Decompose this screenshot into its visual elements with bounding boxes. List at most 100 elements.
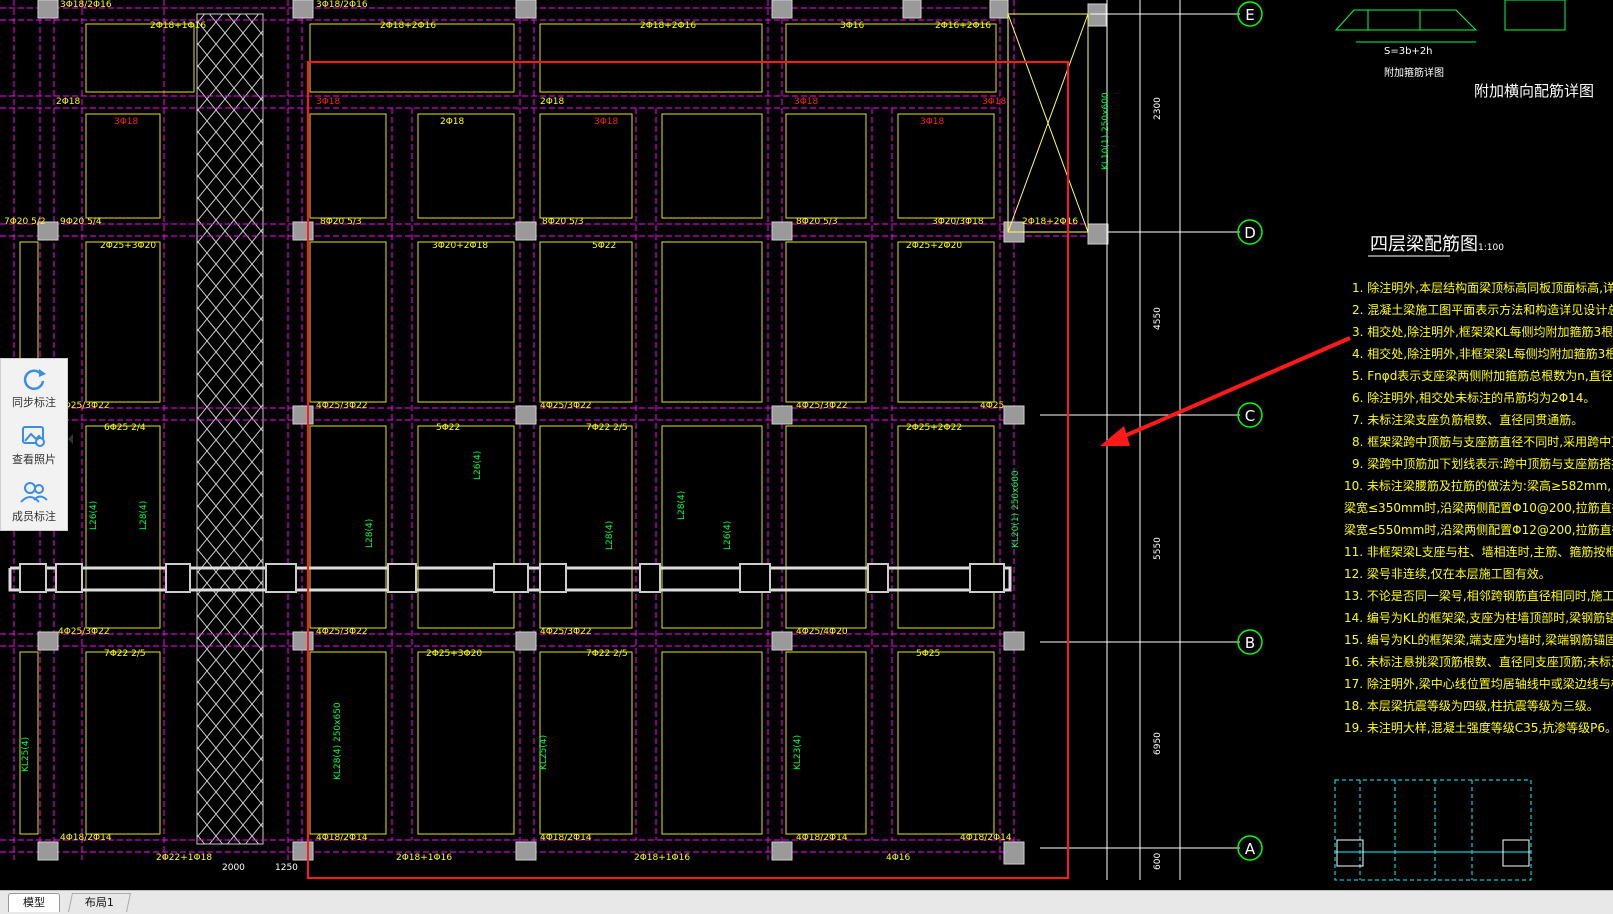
rebar-label-red: 3Φ18 xyxy=(114,117,139,127)
collapse-panel-arrow-icon[interactable] xyxy=(68,434,73,444)
rebar-label: 4Φ18/2Φ14 xyxy=(316,833,368,843)
rebar-label: 4Φ18/2Φ14 xyxy=(60,833,112,843)
rebar-label: 2Φ22+1Φ18 xyxy=(156,853,212,863)
rebar-label: 9Φ20 5/4 xyxy=(60,217,102,227)
hatched-shaft xyxy=(196,13,264,845)
svg-text:梁宽≤550mm时,沿梁两侧配置Φ12@200,拉筋直径为: 梁宽≤550mm时,沿梁两侧配置Φ12@200,拉筋直径为 xyxy=(1344,522,1613,537)
rebar-label: 2Φ18+2Φ16 xyxy=(380,21,436,31)
member-annotation-label: 成员标注 xyxy=(12,509,56,523)
svg-text:1. 除注明外,本层结构面梁顶标高同板顶面标高,详见本层板施: 1. 除注明外,本层结构面梁顶标高同板顶面标高,详见本层板施 xyxy=(1352,280,1613,295)
rebar-label: 2Φ16+2Φ16 xyxy=(935,21,991,31)
beam-tag: L28(4) xyxy=(677,491,687,520)
rebar-label: 8Φ20 5/3 xyxy=(796,217,838,227)
tab-layout-1-label: 布局1 xyxy=(84,896,114,909)
member-annotation-button[interactable]: 成员标注 xyxy=(1,473,67,530)
rebar-label: 4Φ25/3Φ22 xyxy=(796,401,848,411)
drawing-scale: 1:100 xyxy=(1478,243,1504,253)
dim-4: 6950 xyxy=(1153,732,1163,755)
rebar-label: 4Φ25/3Φ22 xyxy=(540,401,592,411)
tab-layout-1[interactable]: 布局1 xyxy=(67,893,132,912)
rebar-label: 3Φ18/2Φ16 xyxy=(60,0,112,10)
svg-text:16. 未标注悬挑梁顶筋根数、直径同支座顶筋;未标注箍筋直径: 16. 未标注悬挑梁顶筋根数、直径同支座顶筋;未标注箍筋直径、肢 xyxy=(1344,654,1613,669)
rebar-label: 4Φ18/2Φ14 xyxy=(960,833,1012,843)
beam-tag: L26(4) xyxy=(723,521,733,550)
rebar-label: 2Φ18 xyxy=(540,97,565,107)
beam-tag: L28(4) xyxy=(139,501,149,530)
cad-drawing-canvas[interactable]: E D C B A 2300 4550 5550 6950 600 2000 1… xyxy=(0,0,1613,890)
rebar-label-red: 3Φ18 xyxy=(594,117,619,127)
detail-title: 附加横向配筋详图 xyxy=(1474,82,1594,100)
tab-model[interactable]: 模型 xyxy=(8,893,60,912)
rebar-label: 4Φ25/4Φ20 xyxy=(796,627,848,637)
rebar-label: 5Φ25 xyxy=(916,649,940,659)
bottom-dim-2: 1250 xyxy=(275,863,298,873)
rebar-label: 3Φ18/2Φ16 xyxy=(316,0,368,10)
sync-label: 同步标注 xyxy=(12,395,56,409)
rebar-label: 8Φ20 5/3 xyxy=(542,217,584,227)
rebar-label: 3Φ20+2Φ18 xyxy=(432,241,488,251)
beam-tag: KL25(4) xyxy=(539,735,549,770)
svg-text:11. 非框架梁L支座与柱、墙相连时,主筋、箍筋按框架梁KL: 11. 非框架梁L支座与柱、墙相连时,主筋、箍筋按框架梁KL构造 xyxy=(1344,544,1613,559)
detail-formula: S=3b+2h xyxy=(1384,46,1433,57)
svg-text:15. 编号为KL的框架梁,端支座为墙时,梁端钢筋锚固和搭接: 15. 编号为KL的框架梁,端支座为墙时,梁端钢筋锚固和搭接应按 xyxy=(1344,632,1613,647)
rebar-label: 4Φ25 xyxy=(980,401,1004,411)
rebar-label: 4Φ18/2Φ14 xyxy=(540,833,592,843)
svg-text:14. 编号为KL的框架梁,支座为柱墙顶部时,梁钢筋锚固及搭: 14. 编号为KL的框架梁,支座为柱墙顶部时,梁钢筋锚固及搭接应 xyxy=(1344,610,1613,625)
rebar-label: 2Φ18+1Φ16 xyxy=(396,853,452,863)
svg-text:10. 未标注梁腰筋及拉筋的做法为:梁高≥582mm,: 10. 未标注梁腰筋及拉筋的做法为:梁高≥582mm, xyxy=(1344,478,1611,493)
svg-text:梁宽≤350mm时,沿梁两侧配置Φ10@200,拉筋直径为: 梁宽≤350mm时,沿梁两侧配置Φ10@200,拉筋直径为 xyxy=(1344,500,1613,515)
rebar-label-red: 3Φ18 xyxy=(794,97,819,107)
svg-text:4. 相交处,除注明外,非框架梁L每侧均附加箍筋3根,间距为: 4. 相交处,除注明外,非框架梁L每侧均附加箍筋3根,间距为50, xyxy=(1352,346,1613,361)
rebar-label: 3Φ20/3Φ18 xyxy=(932,217,984,227)
beam-tag: L28(4) xyxy=(605,521,615,550)
rebar-label: 2Φ18+2Φ16 xyxy=(1022,217,1078,227)
svg-text:5. Fnφd表示支座梁两侧附加箍筋总根数为n,直径为d;附: 5. Fnφd表示支座梁两侧附加箍筋总根数为n,直径为d;附加箍 xyxy=(1352,368,1613,383)
rebar-label: 4Φ25/3Φ22 xyxy=(540,627,592,637)
bottom-dim-1: 2000 xyxy=(222,863,245,873)
rebar-label: 2Φ18 xyxy=(56,97,81,107)
sync-annotation-button[interactable]: 同步标注 xyxy=(1,359,67,416)
beam-tag: L28(4) xyxy=(365,519,375,548)
rebar-label: 2Φ25+3Φ20 xyxy=(426,649,482,659)
axis-label-b: B xyxy=(1245,634,1255,652)
dim-3: 5550 xyxy=(1153,537,1163,560)
rebar-label: 2Φ18 xyxy=(440,117,465,127)
axis-label-c: C xyxy=(1245,407,1255,425)
rebar-label: 2Φ25+2Φ20 xyxy=(906,241,962,251)
svg-text:6. 除注明外,相交处未标注的吊筋均为2Φ14。: 6. 除注明外,相交处未标注的吊筋均为2Φ14。 xyxy=(1352,390,1595,405)
beam-tag: KL23(4) xyxy=(793,735,803,770)
sync-icon xyxy=(23,368,46,390)
rebar-label: 4Φ25/3Φ22 xyxy=(316,401,368,411)
beam-tag: KL28(4) 250x650 xyxy=(333,702,343,780)
svg-text:2. 混凝土梁施工图平面表示方法和构造详见设计总说明和《国家: 2. 混凝土梁施工图平面表示方法和构造详见设计总说明和《国家 xyxy=(1352,302,1613,317)
svg-text:17. 除注明外,梁中心线位置均居轴线中或梁边线与柱、墙边线: 17. 除注明外,梁中心线位置均居轴线中或梁边线与柱、墙边线平。 xyxy=(1344,676,1613,691)
rebar-label: 4Φ25/3Φ22 xyxy=(316,627,368,637)
axis-label-d: D xyxy=(1244,224,1256,242)
rebar-label: 4Φ25/3Φ22 xyxy=(58,627,110,637)
axis-label-a: A xyxy=(1245,840,1256,858)
svg-text:7. 未标注梁支座负筋根数、直径同贯通筋。: 7. 未标注梁支座负筋根数、直径同贯通筋。 xyxy=(1352,412,1583,427)
rebar-label: 6Φ25 2/4 xyxy=(104,423,146,433)
beam-tag: L26(4) xyxy=(89,501,99,530)
detail-subtitle: 附加箍筋详图 xyxy=(1384,66,1444,79)
view-photos-button[interactable]: 查看照片 xyxy=(1,416,67,473)
rebar-label: 3Φ16 xyxy=(840,21,865,31)
rebar-label: 7Φ20 5/2 xyxy=(4,217,46,227)
rebar-label: 5Φ22 xyxy=(436,423,460,433)
rebar-label-red: 3Φ18 xyxy=(316,97,341,107)
rebar-label: 4Φ18/2Φ14 xyxy=(796,833,848,843)
svg-text:3. 相交处,除注明外,框架梁KL每侧均附加箍筋3根,间距为: 3. 相交处,除注明外,框架梁KL每侧均附加箍筋3根,间距为50, xyxy=(1352,324,1613,339)
rebar-label: 7Φ22 2/5 xyxy=(586,649,628,659)
rebar-label: 2Φ18+1Φ16 xyxy=(634,853,690,863)
rebar-label: 7Φ22 2/5 xyxy=(586,423,628,433)
members-icon xyxy=(20,481,48,503)
rebar-label: 2Φ18+1Φ16 xyxy=(150,21,206,31)
svg-text:18. 本层梁抗震等级为四级,柱抗震等级为三级。: 18. 本层梁抗震等级为四级,柱抗震等级为三级。 xyxy=(1344,698,1599,713)
dim-2: 4550 xyxy=(1153,307,1163,330)
view-photos-label: 查看照片 xyxy=(12,452,56,466)
rebar-label: 8Φ20 5/3 xyxy=(320,217,362,227)
rebar-label: 7Φ22 2/5 xyxy=(104,649,146,659)
rebar-label: 2Φ25+2Φ22 xyxy=(906,423,962,433)
photo-icon xyxy=(22,425,45,447)
rebar-label-red: 3Φ18 xyxy=(982,97,1007,107)
